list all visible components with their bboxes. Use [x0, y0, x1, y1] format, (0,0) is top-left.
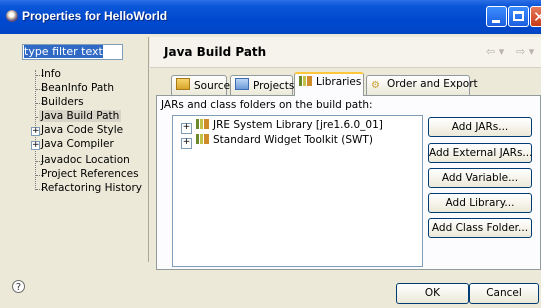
back-arrow-icon[interactable]: ⇦ ▾: [486, 45, 504, 58]
nav-item-project-references[interactable]: Project References: [41, 168, 139, 180]
minimize-button[interactable]: [486, 6, 507, 27]
minimize-icon: [492, 20, 500, 23]
tab-projects[interactable]: Projects: [230, 75, 295, 95]
build-path-label: JARs and class folders on the build path…: [161, 99, 373, 111]
expand-icon[interactable]: +: [31, 127, 40, 136]
nav-item-java-build-path[interactable]: Java Build Path: [39, 110, 122, 122]
library-icon: [299, 76, 312, 86]
nav-item-info[interactable]: Info: [41, 68, 61, 80]
source-folder-icon: [176, 78, 190, 90]
order-export-icon: ⚙: [371, 80, 380, 91]
close-button[interactable]: ✕: [530, 6, 541, 27]
add-library-button[interactable]: Add Library...: [428, 193, 532, 213]
cancel-button[interactable]: Cancel: [469, 283, 539, 304]
nav-item-builders[interactable]: Builders: [41, 96, 84, 108]
tab-source[interactable]: Source: [171, 75, 231, 95]
nav-item-javadoc-location[interactable]: Javadoc Location: [41, 154, 130, 166]
filter-input[interactable]: type filter text: [22, 44, 123, 60]
page-title: Java Build Path: [164, 45, 267, 59]
eclipse-icon: [6, 10, 18, 22]
tab-libraries[interactable]: Libraries: [294, 72, 364, 96]
list-item-label: JRE System Library [jre1.6.0_01]: [213, 119, 383, 131]
expand-icon[interactable]: +: [181, 138, 192, 149]
maximize-button[interactable]: [508, 6, 529, 27]
library-icon: [196, 134, 209, 144]
add-external-jars-button[interactable]: Add External JARs...: [428, 143, 532, 163]
expand-icon[interactable]: +: [31, 141, 40, 150]
nav-item-beaninfo-path[interactable]: BeanInfo Path: [41, 82, 114, 94]
list-item[interactable]: + Standard Widget Toolkit (SWT): [181, 134, 373, 149]
projects-icon: [235, 78, 249, 90]
tab-label: Projects: [253, 80, 295, 92]
window-title: Properties for HelloWorld: [22, 9, 168, 23]
nav-item-refactoring-history[interactable]: Refactoring History: [41, 182, 142, 194]
forward-arrow-icon[interactable]: ⇨ ▾: [516, 45, 534, 58]
tab-label: Source: [194, 80, 231, 92]
filter-text: type filter text: [24, 45, 103, 58]
nav-item-java-compiler[interactable]: Java Compiler: [41, 138, 114, 150]
list-item[interactable]: + JRE System Library [jre1.6.0_01]: [181, 119, 383, 134]
add-class-folder-button[interactable]: Add Class Folder...: [428, 218, 532, 238]
ok-button[interactable]: OK: [396, 283, 469, 304]
add-jars-button[interactable]: Add JARs...: [428, 117, 532, 137]
tab-label: Order and Export: [387, 78, 478, 90]
expand-icon[interactable]: +: [181, 123, 192, 134]
library-icon: [196, 119, 209, 129]
list-item-label: Standard Widget Toolkit (SWT): [213, 134, 373, 146]
close-icon: ✕: [533, 8, 541, 26]
nav-item-java-code-style[interactable]: Java Code Style: [41, 124, 123, 136]
add-variable-button[interactable]: Add Variable...: [428, 168, 532, 188]
maximize-icon: [513, 11, 524, 21]
help-icon[interactable]: ?: [12, 280, 25, 293]
tab-order-and-export[interactable]: ⚙ Order and Export: [366, 75, 478, 95]
tab-label: Libraries: [316, 76, 362, 88]
